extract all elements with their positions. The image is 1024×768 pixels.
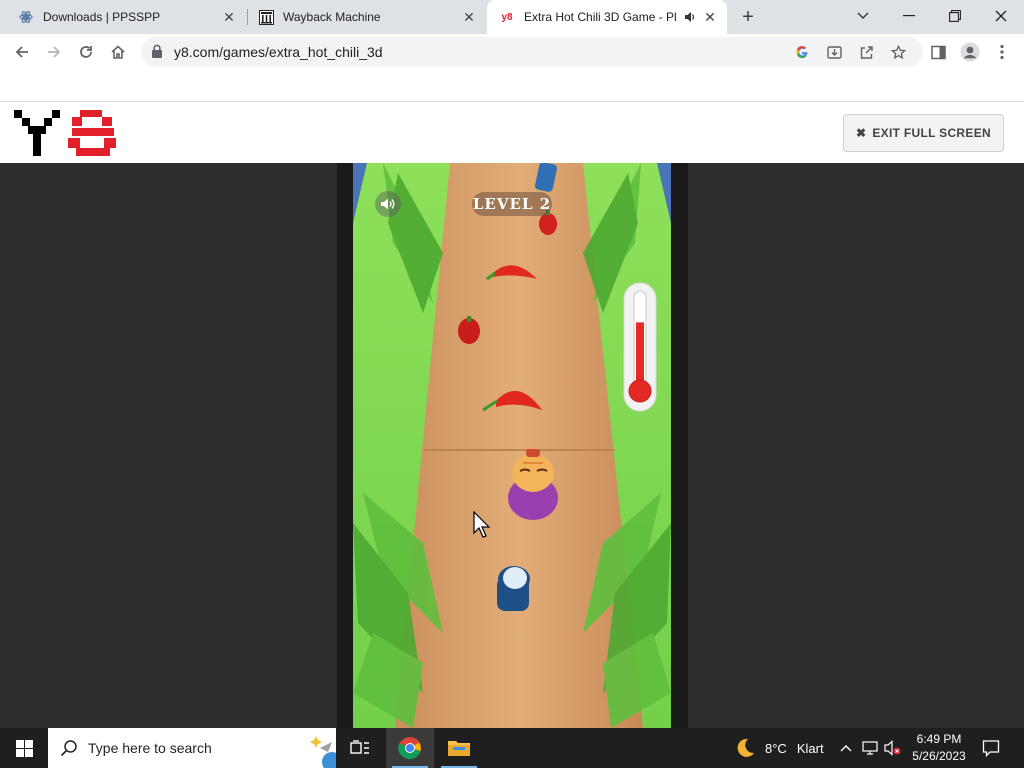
notification-icon xyxy=(982,740,1000,757)
weather-widget[interactable]: 8°C Klart xyxy=(734,728,824,768)
install-app-icon[interactable] xyxy=(823,41,845,63)
speaker-icon xyxy=(381,198,395,210)
show-hidden-icons-button[interactable] xyxy=(840,728,852,768)
weather-temp: 8°C xyxy=(765,740,787,756)
level-indicator: LEVEL 2 xyxy=(472,192,552,216)
weather-desc: Klart xyxy=(796,740,824,756)
browser-toolbar: y8.com/games/extra_hot_chili_3d xyxy=(0,34,1024,70)
restore-button[interactable] xyxy=(932,0,978,32)
network-icon[interactable] xyxy=(862,728,880,768)
close-tab-icon[interactable]: ✕ xyxy=(701,8,719,26)
tab-ppsspp[interactable]: Downloads | PPSSPP ✕ xyxy=(0,0,246,34)
bookmarks-bar xyxy=(0,70,1024,102)
moon-icon xyxy=(737,738,754,757)
start-button[interactable] xyxy=(0,728,48,768)
tab-title: Wayback Machine xyxy=(283,10,381,24)
blue-cylinder-obstacle xyxy=(497,566,530,611)
reload-button[interactable] xyxy=(72,38,100,66)
mouse-cursor-icon xyxy=(473,511,491,538)
back-button[interactable] xyxy=(8,38,36,66)
lock-icon[interactable] xyxy=(151,44,163,63)
home-button[interactable] xyxy=(104,38,132,66)
search-highlight-icon xyxy=(310,736,336,768)
heat-thermometer xyxy=(622,281,658,413)
share-icon[interactable] xyxy=(855,41,877,63)
search-placeholder: Type here to search xyxy=(88,740,212,756)
close-window-button[interactable] xyxy=(978,0,1024,32)
task-view-icon xyxy=(350,740,369,754)
tab-title: Downloads | PPSSPP xyxy=(43,10,161,24)
bookmark-star-icon[interactable] xyxy=(887,41,909,63)
museum-icon xyxy=(258,9,274,25)
side-panel-icon[interactable] xyxy=(924,38,952,66)
clock-time: 6:49 PM xyxy=(916,732,962,746)
volume-muted-icon[interactable] xyxy=(884,728,902,768)
windows-logo-icon xyxy=(15,739,33,757)
chevron-up-icon xyxy=(840,745,852,752)
tab-strip: Downloads | PPSSPP ✕ Wayback Machine ✕ y… xyxy=(0,0,1024,34)
close-tab-icon[interactable]: ✕ xyxy=(460,8,478,26)
more-menu-icon[interactable] xyxy=(988,38,1016,66)
task-view-button[interactable] xyxy=(336,728,384,768)
tab-title: Extra Hot Chili 3D Game - Pl xyxy=(524,10,677,24)
clock-date: 5/26/2023 xyxy=(912,749,966,763)
sound-toggle-button[interactable] xyxy=(375,191,401,217)
taskbar-chrome[interactable] xyxy=(386,728,434,768)
url-text[interactable]: y8.com/games/extra_hot_chili_3d xyxy=(174,44,383,60)
taskbar-file-explorer[interactable] xyxy=(435,728,483,768)
folder-icon xyxy=(448,741,470,756)
windows-taskbar: Type here to search 8°C Klart 6:49 PM 5/… xyxy=(0,728,1024,768)
y8-icon: y8 xyxy=(501,11,513,23)
exit-full-screen-label: EXIT FULL SCREEN xyxy=(872,126,991,140)
address-bar[interactable]: y8.com/games/extra_hot_chili_3d xyxy=(141,37,923,67)
game-canvas[interactable]: LEVEL 2 xyxy=(353,163,671,728)
google-icon[interactable] xyxy=(791,41,813,63)
taskbar-search-box[interactable]: Type here to search xyxy=(48,728,336,768)
close-icon: ✖ xyxy=(856,126,867,140)
tab-wayback[interactable]: Wayback Machine ✕ xyxy=(248,0,486,34)
tab-search-icon[interactable] xyxy=(840,0,886,32)
system-clock[interactable]: 6:49 PM 5/26/2023 xyxy=(905,731,973,765)
search-icon xyxy=(60,740,77,757)
minimize-button[interactable] xyxy=(886,0,932,32)
tab-extra-hot-chili[interactable]: y8 Extra Hot Chili 3D Game - Pl ✕ xyxy=(487,0,727,34)
chrome-icon xyxy=(398,737,421,760)
site-header: ✖ EXIT FULL SCREEN xyxy=(0,102,1024,163)
exit-full-screen-button[interactable]: ✖ EXIT FULL SCREEN xyxy=(843,114,1004,152)
speaker-icon[interactable] xyxy=(681,8,699,26)
new-tab-button[interactable]: + xyxy=(736,5,760,29)
ppsspp-icon xyxy=(18,9,34,25)
profile-avatar-icon[interactable] xyxy=(956,38,984,66)
notification-center-button[interactable] xyxy=(968,728,1014,768)
forward-button[interactable] xyxy=(40,38,68,66)
y8-logo[interactable] xyxy=(14,110,116,156)
close-tab-icon[interactable]: ✕ xyxy=(220,8,238,26)
